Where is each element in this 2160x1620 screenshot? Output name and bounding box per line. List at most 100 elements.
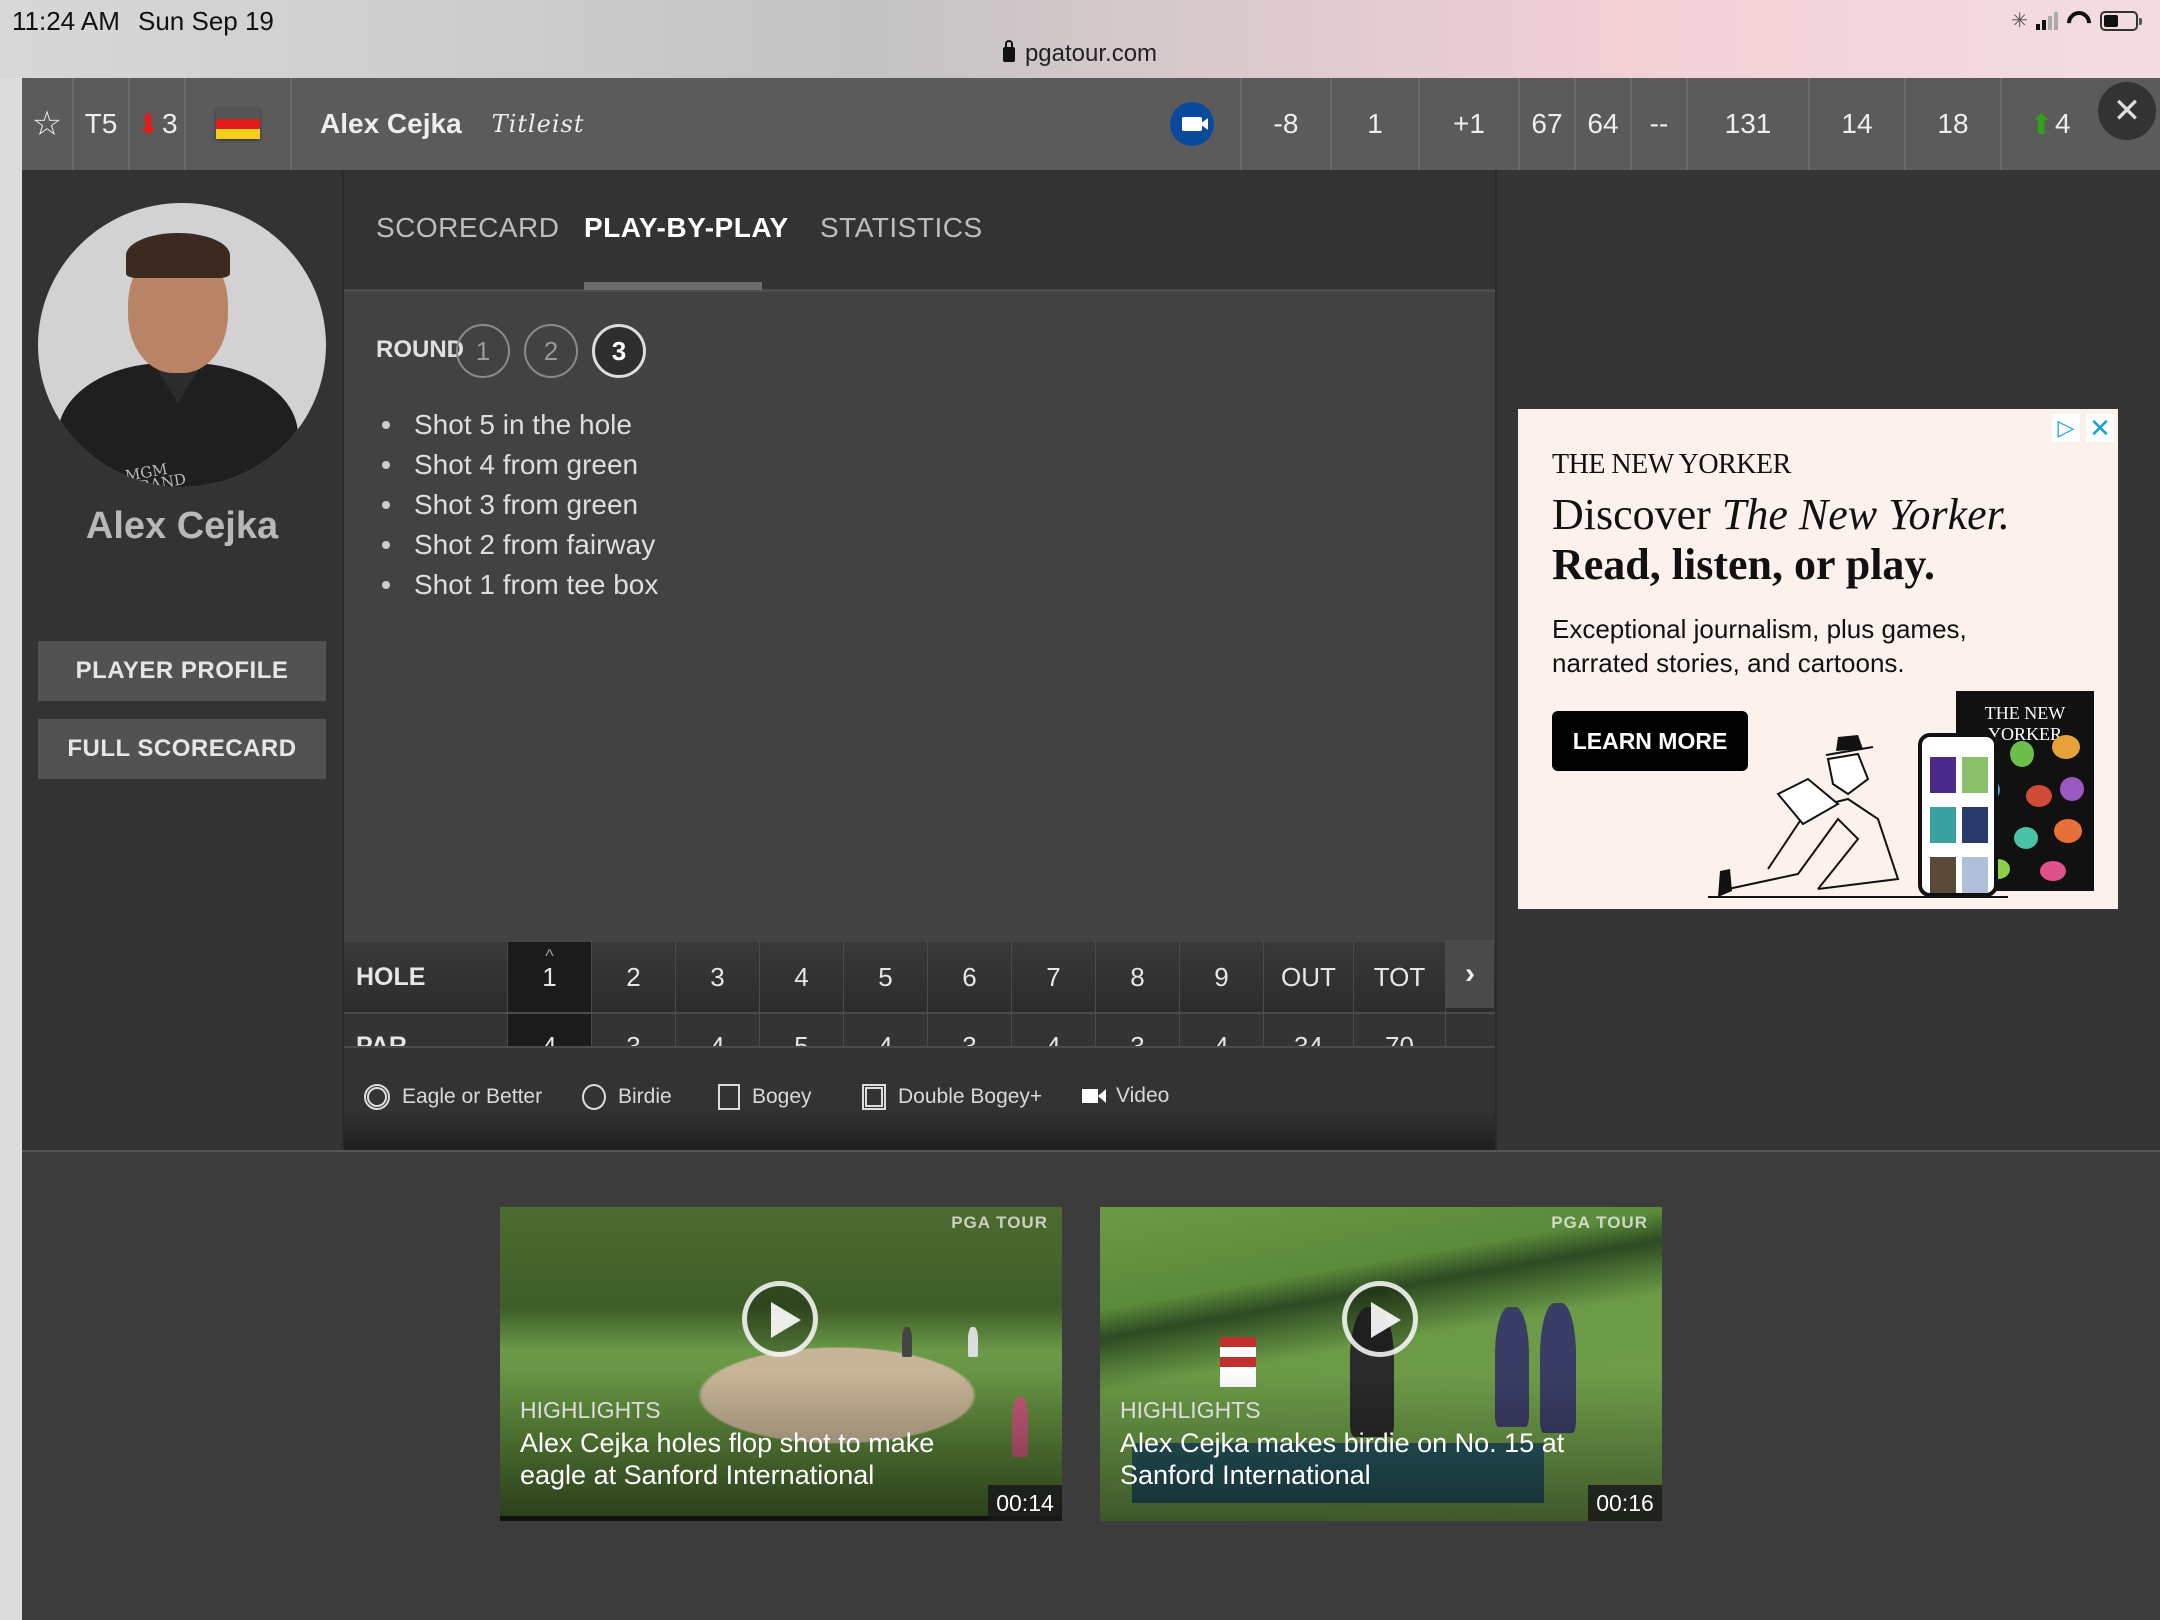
player-photo: MGM GRAND [38,203,326,487]
advertisement[interactable]: ▷ ✕ THE NEW YORKER Discover The New York… [1518,409,2118,909]
circle-icon [582,1084,606,1110]
round-score: +1 [1420,78,1520,170]
arrow-up-icon: ⬆ [2029,108,2053,140]
position: T5 [74,78,130,170]
shot-item: Shot 2 from fairway [382,525,658,565]
hole-cell[interactable]: 7 [1012,942,1096,1012]
tab-statistics[interactable]: STATISTICS [820,212,983,244]
address-bar[interactable]: pgatour.com [0,40,2160,68]
selected-hole-caret-icon: ^ [545,946,554,966]
shot-list: Shot 5 in the hole Shot 4 from green Sho… [382,405,658,605]
projected-movement: ⬆ 4 [2029,108,2071,140]
hole-cell[interactable]: 5 [844,942,928,1012]
play-icon[interactable] [1342,1281,1418,1357]
legend-eagle: Eagle or Better [364,1084,542,1110]
video-duration: 00:16 [1588,1485,1662,1521]
adchoices-icon[interactable]: ▷ [2052,414,2080,442]
hole-cell[interactable]: 6 [928,942,1012,1012]
legend-video: Video [1082,1084,1169,1108]
r1-score: 67 [1520,78,1576,170]
active-tab-indicator [584,282,762,290]
hole-cell[interactable]: 2 [592,942,676,1012]
ad-headline: Discover The New Yorker. [1552,490,2010,539]
r3-score: -- [1632,78,1688,170]
germany-flag-icon [216,109,260,139]
round-2-button[interactable]: 2 [524,324,578,378]
leaderboard-player-row: ☆ T5 ⬇ 3 Alex Cejka Titleist -8 1 +1 67 64… [22,78,2160,170]
equipment-brand-logo: Titleist [491,110,585,138]
round-label: ROUND [376,336,464,363]
thru: 1 [1332,78,1420,170]
wifi-icon [2066,11,2092,31]
total-strokes: 131 [1688,78,1810,170]
pga-tour-watermark: PGA TOUR [1551,1213,1648,1232]
hole-cell[interactable]: 8 [1096,942,1180,1012]
video-button[interactable] [1144,78,1242,170]
to-par: -8 [1242,78,1332,170]
status-icons: ✳ [2011,8,2142,33]
round-3-button[interactable]: 3 [592,324,646,378]
tab-bar: SCORECARD PLAY-BY-PLAY STATISTICS [344,170,1495,292]
highlights-section [22,1150,2160,1620]
stat-column-a: 14 [1810,78,1906,170]
player-name-large: Alex Cejka [85,505,279,547]
cellular-signal-icon [2036,11,2058,30]
hole-cell[interactable]: 1 ^ [508,942,592,1012]
arrow-down-icon: ⬇ [136,108,160,140]
status-date: Sun Sep 19 [138,6,274,36]
player-name[interactable]: Alex Cejka Titleist [292,78,1192,170]
play-by-play-panel: SCORECARD PLAY-BY-PLAY STATISTICS ROUND … [342,170,1497,1212]
shot-item: Shot 5 in the hole [382,405,658,445]
hole-cell[interactable]: 4 [760,942,844,1012]
status-time: 11:24 AM [12,6,120,36]
hole-row: HOLE 1 ^ 2 3 4 5 6 7 8 9 OUT TOT › [344,940,1495,1014]
score-legend: Eagle or Better Birdie Bogey Double Boge… [344,1046,1495,1150]
hole-cell: TOT [1354,942,1446,1012]
next-holes-arrow-icon[interactable]: › [1446,940,1494,1008]
double-square-icon [862,1084,886,1110]
ios-status-bar: 11:24 AM Sun Sep 19 pgatour.com ✳ [0,0,2160,78]
video-progress-bar [500,1516,1062,1521]
legend-birdie: Birdie [582,1084,672,1110]
square-icon [718,1084,740,1110]
video-duration: 00:14 [988,1485,1062,1521]
video-camera-icon [1170,102,1214,146]
hole-cell: OUT [1264,942,1354,1012]
tab-scorecard[interactable]: SCORECARD [376,212,559,244]
close-button[interactable]: ✕ [2098,82,2156,140]
ad-brand: THE NEW YORKER [1552,449,1791,480]
battery-icon [2100,10,2142,31]
legend-bogey: Bogey [718,1084,812,1110]
player-profile-button[interactable]: PLAYER PROFILE [38,641,326,701]
r2-score: 64 [1576,78,1632,170]
pga-tour-watermark: PGA TOUR [951,1213,1048,1232]
shot-item: Shot 4 from green [382,445,658,485]
ad-headline-2: Read, listen, or play. [1552,540,1936,589]
video-category: HIGHLIGHTS [1120,1397,1261,1423]
video-title[interactable]: Alex Cejka makes birdie on No. 15 at San… [1120,1427,1600,1491]
video-category: HIGHLIGHTS [520,1397,661,1423]
stat-column-b: 18 [1906,78,2002,170]
url-text: pgatour.com [1024,40,1158,67]
double-circle-icon [364,1084,390,1110]
country-flag [186,78,292,170]
video-camera-icon [1082,1089,1106,1103]
ad-close-button[interactable]: ✕ [2086,413,2114,443]
ad-body: Exceptional journalism, plus games, narr… [1552,614,1967,678]
hole-cell[interactable]: 9 [1180,942,1264,1012]
round-1-button[interactable]: 1 [456,324,510,378]
activity-spinner-icon: ✳ [2011,10,2028,32]
shot-item: Shot 3 from green [382,485,658,525]
hole-cell[interactable]: 3 [676,942,760,1012]
close-icon: ✕ [2112,92,2142,130]
favorite-star-icon[interactable]: ☆ [22,78,74,170]
video-title[interactable]: Alex Cejka holes flop shot to make eagle… [520,1427,1000,1491]
play-icon[interactable] [742,1281,818,1357]
shot-item: Shot 1 from tee box [382,565,658,605]
video-card[interactable]: PGA TOUR HIGHLIGHTS Alex Cejka makes bir… [1100,1207,1662,1521]
phone-illustration [1918,733,1998,897]
tab-play-by-play[interactable]: PLAY-BY-PLAY [584,212,789,244]
position-movement: ⬇ 3 [130,78,186,170]
full-scorecard-button[interactable]: FULL SCORECARD [38,719,326,779]
video-card[interactable]: PGA TOUR HIGHLIGHTS Alex Cejka holes flo… [500,1207,1062,1521]
